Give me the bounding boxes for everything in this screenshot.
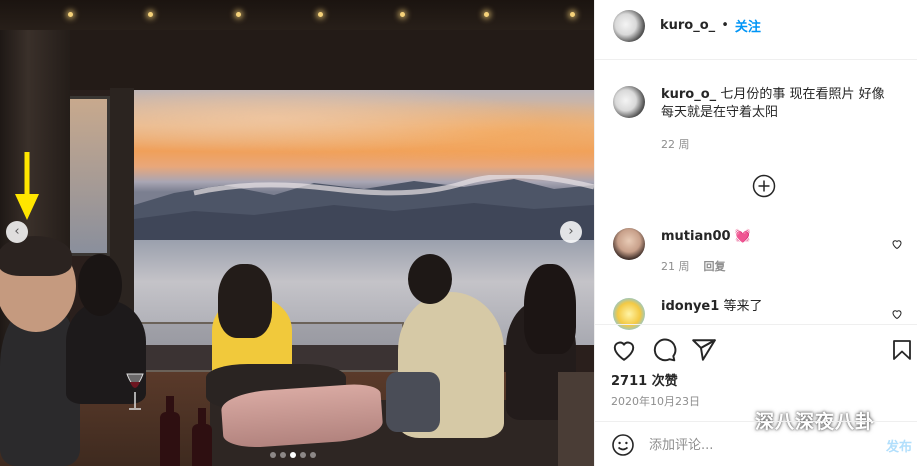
person-left-hair [78,254,122,316]
reply-button[interactable]: 回复 [704,258,726,274]
carousel-dot[interactable] [280,452,286,458]
post-header: kuro_o_ • 关注 [595,0,917,60]
window-frame [70,30,594,90]
ceiling-light [236,12,241,17]
follow-button[interactable]: 关注 [735,16,761,35]
author-avatar[interactable] [613,10,645,42]
carousel-dot-active[interactable] [290,452,296,458]
person-tshirt-jeans [386,372,440,432]
comment-like-icon[interactable] [891,238,903,250]
side-window [66,96,110,256]
commenter-avatar[interactable] [613,228,645,260]
caption-age: 22 周 [661,138,690,151]
load-more-comments-icon[interactable] [752,174,776,198]
comment-like-icon[interactable] [891,308,903,320]
ceiling-light [400,12,405,17]
like-count[interactable]: 2711 次赞 [611,370,678,389]
post-date: 2020年10月23日 [611,395,700,408]
comment-age: 21 周 [661,260,690,273]
like-heart-icon[interactable] [611,337,637,363]
annotation-arrow-icon [15,152,39,220]
right-curtain [558,372,594,466]
ceiling-light [484,12,489,17]
emoji-icon[interactable] [611,433,635,457]
caption-username[interactable]: kuro_o_ [661,87,716,102]
instagram-post-view: ‹ › kuro_o_ • 关注 kuro_o_ 七月份的事 现在看照片 好像 [0,0,917,466]
carousel-dot[interactable] [300,452,306,458]
mountains [134,175,594,245]
save-bookmark-icon[interactable] [890,337,914,363]
comment-text: 💓 [734,229,751,244]
ceiling-light [570,12,575,17]
post-comment-button[interactable]: 发布 [886,436,912,455]
post-actions: 2711 次赞 2020年10月23日 深八深夜八卦 发布 [595,324,917,466]
carousel-prev-button[interactable]: ‹ [6,221,28,243]
wine-glass [126,373,144,410]
author-username[interactable]: kuro_o_ [660,18,715,33]
caption: kuro_o_ 七月份的事 现在看照片 好像 每天就是在守着太阳 22 周 [661,86,901,152]
separator-dot: • [721,17,729,33]
caption-text-line1: 七月份的事 现在看照片 好像 [720,87,885,102]
carousel-dot[interactable] [270,452,276,458]
person-right-hair [524,264,576,354]
person-glasses-hair [0,236,72,276]
comment-item: idonye1 等来了 [661,298,881,316]
ceiling-light [68,12,73,17]
post-photo: ‹ › [0,0,594,466]
ceiling-light [318,12,323,17]
person-tshirt-head [408,254,452,304]
carousel-dot[interactable] [310,452,316,458]
share-send-icon[interactable] [691,337,717,363]
comment-input[interactable] [649,434,849,456]
carousel-next-button[interactable]: › [560,221,582,243]
wine-bottle [192,408,212,466]
comment-username[interactable]: mutian00 [661,229,731,244]
comment-bubble-icon[interactable] [651,337,677,363]
comment-username[interactable]: idonye1 [661,299,719,314]
wine-bottle [160,396,180,466]
person-yellow-hair [218,264,272,338]
carousel-dots [270,452,316,458]
comment-text: 等来了 [723,299,763,314]
caption-avatar[interactable] [613,86,645,118]
comment-bar: 发布 [595,421,917,466]
post-sidebar: kuro_o_ • 关注 kuro_o_ 七月份的事 现在看照片 好像 每天就是… [594,0,917,466]
comment-item: mutian00 💓 21 周 回复 [661,228,881,274]
ceiling-light [148,12,153,17]
caption-text-line2: 每天就是在守着太阳 [661,105,779,120]
